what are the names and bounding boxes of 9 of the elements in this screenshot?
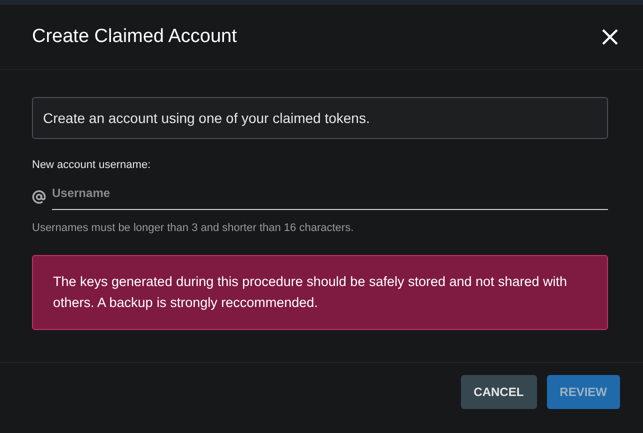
helper-text: Usernames must be longer than 3 and shorter than 16 characters. bbox=[32, 222, 355, 234]
cancel-button[interactable]: CANCEL bbox=[460, 375, 537, 409]
field-label: New account username: bbox=[32, 159, 152, 171]
close-icon[interactable] bbox=[601, 28, 619, 46]
at-sign-icon bbox=[32, 190, 46, 204]
warning-alert: The keys generated during this procedure should be safely stored and not shared with others. A backup is strongly reccommended. bbox=[32, 255, 608, 330]
dialog-title: Create Claimed Account bbox=[32, 26, 237, 48]
info-message: Create an account using one of your claimed tokens. bbox=[32, 97, 608, 139]
username-input[interactable]: Username bbox=[52, 183, 608, 210]
